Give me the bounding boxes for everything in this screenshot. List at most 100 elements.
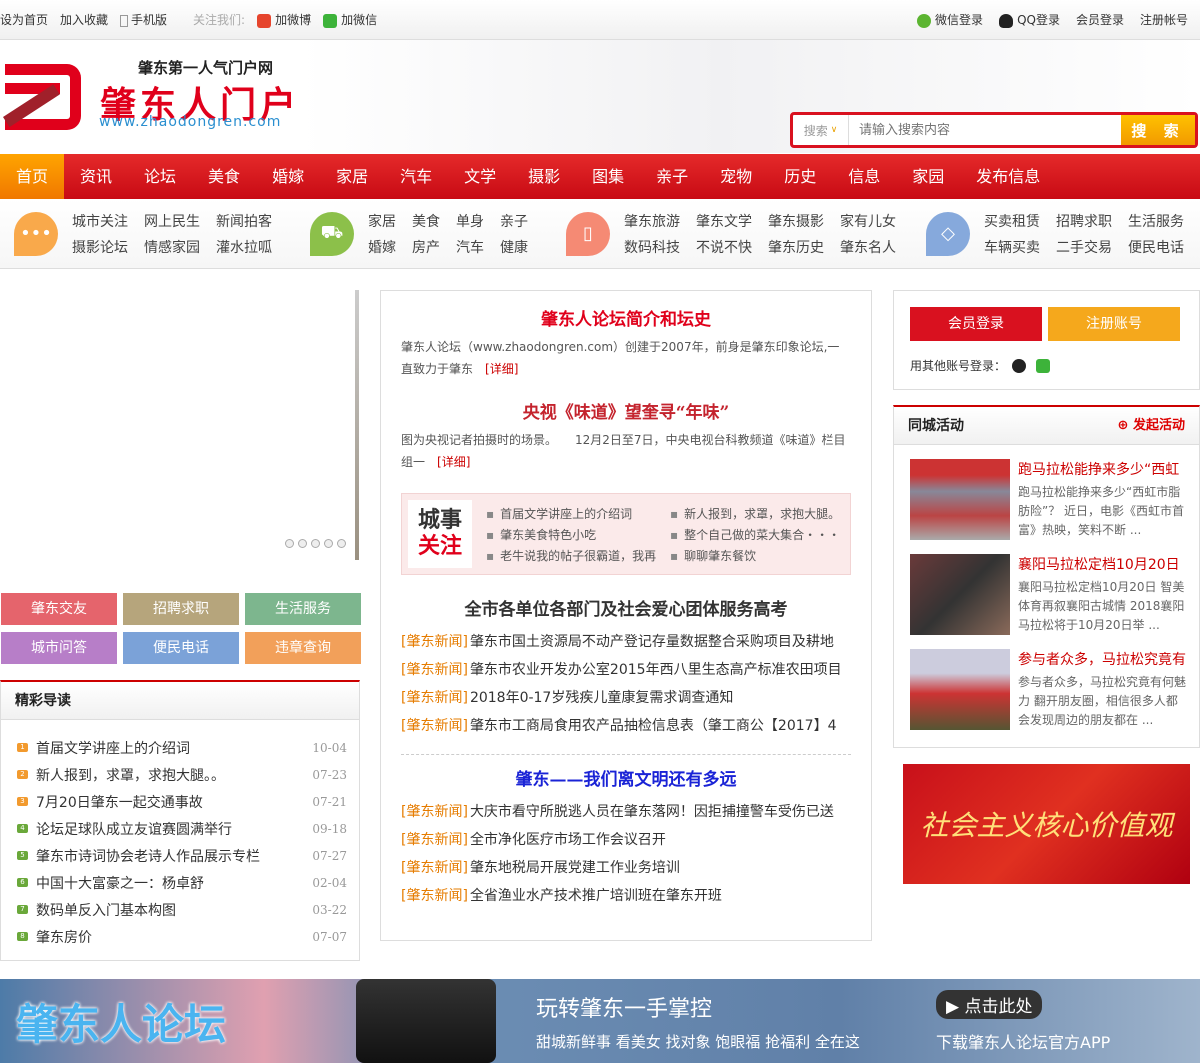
nav-item[interactable]: 家园 (896, 154, 960, 199)
subnav-link[interactable]: 单身 (456, 211, 484, 231)
wechat-login-link[interactable]: 微信登录 (917, 11, 983, 28)
nav-item[interactable]: 文学 (448, 154, 512, 199)
subnav-link[interactable]: 不说不快 (696, 237, 752, 257)
mobile-version-link[interactable]: 手机版 (120, 11, 167, 28)
news-title[interactable]: 肇东市国土资源局不动产登记存量数据整合采购项目及耕地 (470, 634, 834, 650)
subnav-link[interactable]: 美食 (412, 211, 440, 231)
nav-item[interactable]: 亲子 (640, 154, 704, 199)
nav-item[interactable]: 图集 (576, 154, 640, 199)
guide-item[interactable]: 4 论坛足球队成立友谊赛圆满举行 09-18 (17, 815, 347, 842)
news-row[interactable]: [肇东新闻] 肇东市农业开发办公室2015年西八里生态高产标准农田项目 (401, 656, 851, 684)
news-tag[interactable]: [肇东新闻] (401, 634, 468, 650)
nav-item[interactable]: 家居 (320, 154, 384, 199)
slider-dot[interactable] (285, 539, 294, 548)
news-tag[interactable]: [肇东新闻] (401, 718, 468, 734)
subnav-link[interactable]: 情感家园 (144, 237, 200, 257)
guide-item-title[interactable]: 论坛足球队成立友谊赛圆满举行 (36, 819, 312, 839)
guide-item[interactable]: 5 肇东市诗词协会老诗人作品展示专栏 07-27 (17, 842, 347, 869)
search-scope-select[interactable]: 搜索 ∨ (793, 115, 849, 145)
focus-item[interactable]: ▪ 首届文学讲座上的介绍词 (486, 505, 662, 522)
qq-login-link[interactable]: QQ登录 (999, 11, 1060, 28)
subnav-link[interactable]: 肇东文学 (696, 211, 752, 231)
subnav-link[interactable]: 婚嫁 (368, 237, 396, 257)
news-title[interactable]: 肇东市工商局食用农产品抽检信息表（肇工商公【2017】4 (470, 718, 837, 734)
news-title[interactable]: 2018年0-17岁残疾儿童康复需求调查通知 (470, 690, 733, 706)
subnav-link[interactable]: 数码科技 (624, 237, 680, 257)
slider-dot[interactable] (311, 539, 320, 548)
activity-item[interactable]: 跑马拉松能挣来多少“西虹 跑马拉松能挣来多少“西虹市脂肪险”？ 近日，电影《西虹市… (910, 459, 1199, 540)
news-tag[interactable]: [肇东新闻] (401, 832, 468, 848)
guide-item-title[interactable]: 肇东市诗词协会老诗人作品展示专栏 (36, 846, 312, 866)
subnav-link[interactable]: 肇东名人 (840, 237, 896, 257)
news-tag[interactable]: [肇东新闻] (401, 860, 468, 876)
subnav-link[interactable]: 家有儿女 (840, 211, 896, 231)
guide-item[interactable]: 6 中国十大富豪之一：杨卓舒 02-04 (17, 869, 347, 896)
subnav-link[interactable]: 车辆买卖 (984, 237, 1040, 257)
news-title[interactable]: 全省渔业水产技术推广培训班在肇东开班 (470, 888, 722, 904)
news-tag[interactable]: [肇东新闻] (401, 804, 468, 820)
nav-item[interactable]: 资讯 (64, 154, 128, 199)
guide-item[interactable]: 2 新人报到，求罩，求抱大腿。。 07-23 (17, 761, 347, 788)
activity-item[interactable]: 襄阳马拉松定档10月20日 襄阳马拉松定档10月20日 智美体育再叙襄阳古城情 2… (910, 554, 1199, 635)
launch-activity-button[interactable]: ⊕ 发起活动 (1118, 407, 1185, 444)
guide-item-title[interactable]: 首届文学讲座上的介绍词 (36, 738, 312, 758)
article-title[interactable]: 央视《味道》望奎寻“年味” (401, 398, 851, 423)
guide-item-title[interactable]: 数码单反入门基本构图 (36, 900, 312, 920)
news-row[interactable]: [肇东新闻] 2018年0-17岁残疾儿童康复需求调查通知 (401, 684, 851, 712)
focus-item[interactable]: ▪ 新人报到，求罩，求抱大腿。 (670, 505, 850, 522)
nav-item[interactable]: 美食 (192, 154, 256, 199)
focus-item[interactable]: ▪ 整个自己做的菜大集合・・・ (670, 526, 850, 543)
news-row[interactable]: [肇东新闻] 全市净化医疗市场工作会议召开 (401, 826, 851, 854)
quick-button[interactable]: 城市问答 (1, 632, 117, 664)
news-row[interactable]: [肇东新闻] 肇东市国土资源局不动产登记存量数据整合采购项目及耕地 (401, 628, 851, 656)
news-title[interactable]: 肇东市农业开发办公室2015年西八里生态高产标准农田项目 (470, 662, 842, 678)
nav-item[interactable]: 发布信息 (960, 154, 1056, 199)
quick-button[interactable]: 肇东交友 (1, 593, 117, 625)
news-tag[interactable]: [肇东新闻] (401, 888, 468, 904)
detail-link[interactable]: [详细] (437, 455, 470, 469)
focus-item[interactable]: ▪ 聊聊肇东餐饮 (670, 547, 850, 564)
news-row[interactable]: [肇东新闻] 大庆市看守所脱逃人员在肇东落网！因拒捕撞警车受伤已送 (401, 798, 851, 826)
subnav-link[interactable]: 肇东历史 (768, 237, 824, 257)
subnav-link[interactable]: 便民电话 (1128, 237, 1184, 257)
news-tag[interactable]: [肇东新闻] (401, 662, 468, 678)
quick-button[interactable]: 生活服务 (245, 593, 361, 625)
nav-item[interactable]: 摄影 (512, 154, 576, 199)
news-row[interactable]: [肇东新闻] 全省渔业水产技术推广培训班在肇东开班 (401, 882, 851, 910)
subnav-link[interactable]: 买卖租赁 (984, 211, 1040, 231)
headline[interactable]: 全市各单位各部门及社会爱心团体服务高考 (401, 595, 851, 620)
detail-link[interactable]: [详细] (485, 362, 518, 376)
nav-item[interactable]: 首页 (0, 154, 65, 199)
headline[interactable]: 肇东——我们离文明还有多远 (401, 765, 851, 790)
guide-item[interactable]: 8 肇东房价 07-07 (17, 923, 347, 950)
qq-penguin-icon[interactable] (1012, 358, 1027, 373)
subnav-link[interactable]: 汽车 (456, 237, 484, 257)
register-link[interactable]: 注册帐号 (1140, 11, 1188, 28)
activity-title[interactable]: 参与者众多，马拉松究竟有 (1018, 649, 1188, 669)
subnav-link[interactable]: 招聘求职 (1056, 211, 1112, 231)
guide-item[interactable]: 1 首届文学讲座上的介绍词 10-04 (17, 734, 347, 761)
activity-image[interactable] (910, 554, 1010, 635)
focus-item[interactable]: ▪ 老牛说我的帖子很霸道，我再 (486, 547, 662, 564)
nav-item[interactable]: 宠物 (704, 154, 768, 199)
activity-title[interactable]: 襄阳马拉松定档10月20日 (1018, 554, 1188, 574)
activity-title[interactable]: 跑马拉松能挣来多少“西虹 (1018, 459, 1188, 479)
activity-image[interactable] (910, 459, 1010, 540)
subnav-link[interactable]: 摄影论坛 (72, 237, 128, 257)
subnav-link[interactable]: 房产 (412, 237, 440, 257)
activity-image[interactable] (910, 649, 1010, 730)
search-button[interactable]: 搜 索 (1121, 115, 1195, 145)
slider-dot[interactable] (324, 539, 333, 548)
nav-item[interactable]: 信息 (832, 154, 896, 199)
article-title[interactable]: 肇东人论坛简介和坛史 (401, 305, 851, 330)
nav-item[interactable]: 婚嫁 (256, 154, 320, 199)
subnav-link[interactable]: 生活服务 (1128, 211, 1184, 231)
weixin-link[interactable]: 加微信 (323, 11, 377, 28)
quick-button[interactable]: 招聘求职 (123, 593, 239, 625)
guide-item-title[interactable]: 新人报到，求罩，求抱大腿。。 (36, 765, 312, 785)
news-title[interactable]: 肇东地税局开展党建工作业务培训 (470, 860, 680, 876)
guide-item-title[interactable]: 7月20日肇东一起交通事故 (36, 792, 312, 812)
activity-item[interactable]: 参与者众多，马拉松究竟有 参与者众多，马拉松究竟有何魅力 翻开朋友圈，相信很多人都… (910, 649, 1199, 730)
news-row[interactable]: [肇东新闻] 肇东地税局开展党建工作业务培训 (401, 854, 851, 882)
focus-item[interactable]: ▪ 肇东美食特色小吃 (486, 526, 662, 543)
